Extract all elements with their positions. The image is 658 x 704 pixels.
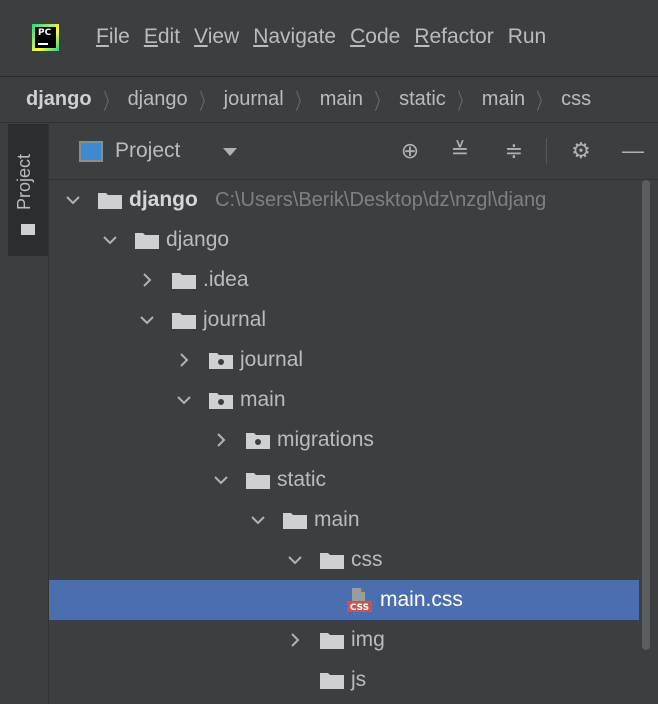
menu-item[interactable]: Run [508,22,547,52]
left-tool-strip: Project [0,124,49,704]
tree-item-label: journal [240,348,304,371]
chevron-down-icon[interactable] [137,308,157,332]
expand-all-icon[interactable]: ≚ [445,136,475,166]
css-file-icon: CSS [344,586,374,616]
tree-item-label: css [351,548,383,571]
breadcrumb-item[interactable]: main [482,88,525,111]
breadcrumb-item[interactable]: django [26,88,92,111]
tree-item-label: .idea [203,268,249,291]
hide-panel-icon[interactable]: — [618,136,648,166]
chevron-right-icon[interactable] [174,348,194,372]
menu-item[interactable]: View [194,22,239,52]
breadcrumb-separator-icon: 〉 [374,88,388,114]
tree-folder-row[interactable]: main [49,500,639,540]
tree-folder-row[interactable]: img [49,620,639,660]
pycharm-logo-icon: PC [32,24,59,51]
tree-folder-row[interactable]: journal [49,300,639,340]
tree-item-label: migrations [277,428,374,451]
tree-item-label: main [314,508,360,531]
project-tree[interactable]: django C:\Users\Berik\Desktop\dz\nzgl\dja… [49,180,639,704]
breadcrumb-item[interactable]: journal [224,88,284,111]
scrollbar-thumb[interactable] [642,180,650,650]
chevron-right-icon[interactable] [285,628,305,652]
package-folder-icon [245,432,271,450]
project-panel-header: Project ⊕ ≚ ≑ ⚙ — [49,124,658,180]
ide-window: PC File Edit View Navigate Code Refactor Run d… [0,0,658,704]
chevron-down-icon[interactable] [63,188,83,212]
project-window-icon [79,141,103,162]
tree-folder-row[interactable]: main [49,380,639,420]
folder-icon [134,232,160,250]
tree-file-row[interactable]: CSS main.css [49,580,639,620]
chevron-down-icon[interactable] [211,468,231,492]
breadcrumb-separator-icon: 〉 [457,88,471,114]
tree-item-label: js [351,668,367,691]
package-folder-icon [208,352,234,370]
project-tool-tab[interactable]: Project [8,124,48,256]
menu-items: File Edit View Navigate Code Refactor Run [96,22,560,52]
gear-icon[interactable]: ⚙ [566,136,596,166]
tree-folder-row[interactable]: journal [49,340,639,380]
folder-icon [319,672,345,690]
folder-icon [97,192,123,210]
tree-folder-row[interactable]: js [49,660,639,700]
project-tool-tab-label: Project [14,153,34,210]
menu-item[interactable]: Code [350,22,400,52]
folder-icon [319,552,345,570]
folder-icon [245,472,271,490]
menu-item[interactable]: File [96,22,130,52]
svg-text:CSS: CSS [350,603,369,613]
chevron-right-icon[interactable] [211,428,231,452]
collapse-all-icon[interactable]: ≑ [499,136,529,166]
breadcrumb-separator-icon: 〉 [295,88,309,114]
chevron-down-icon[interactable] [174,388,194,412]
package-folder-icon [208,392,234,410]
tree-item-label: main.css [380,588,463,611]
tree-item-label: django [166,228,230,251]
locate-file-icon[interactable]: ⊕ [395,136,425,166]
chevron-right-icon[interactable] [137,268,157,292]
tree-item-path: C:\Users\Berik\Desktop\dz\nzgl\djang [215,189,547,211]
breadcrumb-separator-icon: 〉 [536,88,550,114]
menu-item[interactable]: Navigate [253,22,336,52]
toolbar-divider [546,138,547,164]
folder-icon [319,632,345,650]
chevron-down-icon[interactable] [248,508,268,532]
tree-folder-row[interactable]: django C:\Users\Berik\Desktop\dz\nzgl\dja… [49,180,639,220]
breadcrumb: django 〉 django 〉 journal 〉 main 〉 static 〉 main 〉 c… [0,77,658,123]
menu-item[interactable]: Edit [144,22,180,52]
tree-folder-row[interactable]: static [49,460,639,500]
breadcrumb-item[interactable]: css [561,88,591,111]
chevron-down-icon[interactable] [100,228,120,252]
breadcrumb-separator-icon: 〉 [102,88,117,114]
tree-scrollbar[interactable] [640,180,658,704]
tree-item-label: img [351,628,385,651]
tree-folder-row[interactable]: django [49,220,639,260]
folder-icon [282,512,308,530]
chevron-down-icon[interactable] [285,548,305,572]
folder-icon [171,312,197,330]
chevron-down-icon[interactable] [223,148,237,156]
tree-item-label: django [129,188,198,211]
menu-item[interactable]: Refactor [414,22,493,52]
breadcrumb-item[interactable]: main [320,88,363,111]
tree-item-label: main [240,388,286,411]
tree-folder-row[interactable]: css [49,540,639,580]
folder-icon [21,224,35,235]
tree-item-label: static [277,468,327,491]
breadcrumb-item[interactable]: static [399,88,446,111]
tree-folder-row[interactable]: migrations [49,420,639,460]
breadcrumb-separator-icon: 〉 [199,88,213,114]
project-view-selector[interactable]: Project [115,136,180,166]
breadcrumb-item[interactable]: django [128,88,188,111]
menu-bar: PC File Edit View Navigate Code Refactor Run [0,0,658,77]
folder-icon [171,272,197,290]
tree-folder-row[interactable]: .idea [49,260,639,300]
tree-item-label: journal [203,308,267,331]
